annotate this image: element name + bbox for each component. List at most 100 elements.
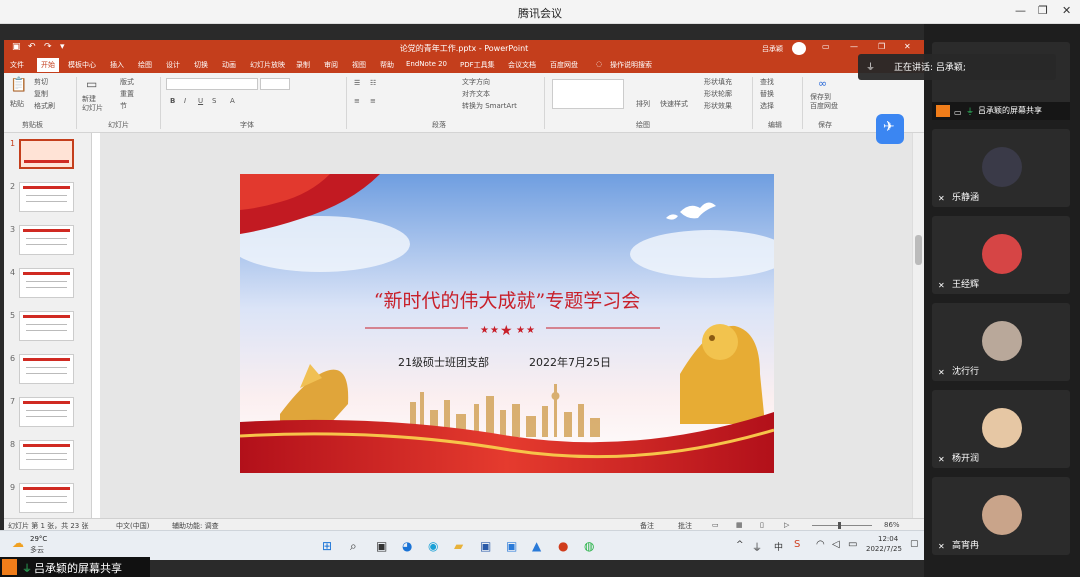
slide-title[interactable]: “新时代的伟大成就”专题学习会 [240, 286, 774, 313]
slide-thumbnail-1[interactable] [19, 139, 74, 169]
shape-outline-button[interactable]: 形状轮廓 [704, 89, 732, 99]
tab-pdf-tools[interactable]: PDF工具集 [460, 60, 495, 70]
baidu-netdisk-icon[interactable]: ∞ [818, 77, 827, 90]
smartart-button[interactable]: 转换为 SmartArt [462, 101, 517, 111]
tab-transitions[interactable]: 切换 [194, 60, 208, 70]
align-center-icon[interactable]: ≡ [370, 97, 376, 105]
wifi-icon[interactable]: ◠ [816, 539, 825, 550]
slide-thumbnail-2[interactable] [19, 182, 74, 212]
slide-thumbnail-8[interactable] [19, 440, 74, 470]
format-painter-button[interactable]: 格式刷 [34, 101, 55, 111]
slide-thumbnail-pane[interactable]: 1 2 3 4 5 6 7 8 9 [4, 133, 92, 518]
reading-view-icon[interactable]: ▯ [760, 521, 764, 529]
new-slide-icon[interactable]: ▭ [86, 77, 97, 91]
paste-icon[interactable]: 📋 [10, 77, 27, 93]
tab-design[interactable]: 设计 [166, 60, 180, 70]
tell-me-search[interactable]: 操作说明搜索 [610, 60, 652, 70]
font-size-select[interactable] [260, 78, 290, 90]
ribbon-display-icon[interactable]: ▭ [822, 42, 830, 51]
slide-thumbnail-9[interactable] [19, 483, 74, 513]
tab-baidu-netdisk[interactable]: 百度网盘 [550, 60, 578, 70]
shadow-icon[interactable]: S [212, 97, 216, 105]
chevron-up-icon[interactable]: ^ [736, 540, 744, 550]
slide-thumbnail-7[interactable] [19, 397, 74, 427]
shape-fill-button[interactable]: 形状填充 [704, 77, 732, 87]
mic-icon[interactable]: ⏚ [752, 539, 762, 554]
search-icon[interactable]: ⌕ [350, 539, 357, 554]
slideshow-icon[interactable]: ▷ [784, 521, 789, 529]
quick-styles-button[interactable]: 快速样式 [660, 99, 688, 109]
zoom-slider-thumb[interactable] [838, 522, 841, 529]
font-name-select[interactable] [166, 78, 258, 90]
bullets-icon[interactable]: ☰ [354, 79, 360, 87]
normal-view-icon[interactable]: ▭ [712, 521, 719, 529]
app-icon[interactable]: ▣ [506, 539, 517, 553]
slide-thumbnail-4[interactable] [19, 268, 74, 298]
restore-icon[interactable]: ❐ [1038, 4, 1048, 17]
shapes-gallery[interactable] [552, 79, 624, 109]
meeting-floating-icon[interactable]: ✈ [876, 114, 904, 144]
align-text-button[interactable]: 对齐文本 [462, 89, 490, 99]
layout-button[interactable]: 版式 [120, 77, 134, 87]
tab-help[interactable]: 帮助 [380, 60, 394, 70]
clock-date[interactable]: 2022/7/25 [866, 545, 902, 553]
tencent-meeting-icon[interactable]: ▲ [532, 539, 541, 553]
restore-icon[interactable]: ❐ [878, 42, 885, 51]
user-avatar[interactable] [792, 42, 806, 55]
ime-indicator[interactable]: 中 [774, 540, 783, 553]
tab-file[interactable]: 文件 [10, 60, 24, 70]
notification-icon[interactable]: ▢ [910, 539, 919, 549]
slide-thumbnail-3[interactable] [19, 225, 74, 255]
align-left-icon[interactable]: ≡ [354, 97, 360, 105]
tab-meeting-docs[interactable]: 会议文档 [508, 60, 536, 70]
volume-icon[interactable]: ◁ [832, 539, 840, 550]
weather-temp[interactable]: 29°C [30, 535, 47, 543]
tab-slideshow[interactable]: 幻灯片放映 [250, 60, 285, 70]
tab-insert[interactable]: 插入 [110, 60, 124, 70]
wechat-icon[interactable]: ◍ [584, 539, 594, 553]
task-view-icon[interactable]: ▣ [376, 539, 387, 553]
underline-icon[interactable]: U [198, 97, 203, 105]
find-button[interactable]: 查找 [760, 77, 774, 87]
tab-home[interactable]: 开始 [37, 58, 59, 72]
slide-thumbnail-5[interactable] [19, 311, 74, 341]
new-slide-button[interactable]: 新建 幻灯片 [82, 95, 103, 113]
weather-desc[interactable]: 多云 [30, 545, 44, 555]
clock-time[interactable]: 12:04 [878, 535, 898, 543]
text-direction-button[interactable]: 文字方向 [462, 77, 490, 87]
edge-icon[interactable]: ◕ [402, 539, 412, 553]
screen-share-bar[interactable]: ⏚ 吕承颖的屏幕共享 [0, 557, 150, 577]
participant-card[interactable]: ✕ 乐静涵 [932, 129, 1070, 207]
close-icon[interactable]: ✕ [1062, 4, 1071, 17]
participant-card[interactable]: ✕ 高宵冉 [932, 477, 1070, 555]
arrange-button[interactable]: 排列 [636, 99, 650, 109]
start-icon[interactable]: ⊞ [322, 539, 332, 553]
tab-endnote[interactable]: EndNote 20 [406, 60, 447, 68]
paste-button[interactable]: 粘贴 [10, 99, 24, 109]
tab-template-center[interactable]: 模板中心 [68, 60, 96, 70]
numbering-icon[interactable]: ☷ [370, 79, 376, 87]
slide-thumbnail-6[interactable] [19, 354, 74, 384]
browser-icon[interactable]: ◉ [428, 539, 438, 553]
font-color-icon[interactable]: A [230, 97, 235, 105]
battery-icon[interactable]: ▭ [848, 539, 857, 550]
title-slide[interactable]: ★ ★ ★ ★ ★ “新时代的伟大成就”专题学习会 21级硕士班团支部 2022… [240, 174, 774, 473]
section-button[interactable]: 节 [120, 101, 127, 111]
zoom-level[interactable]: 86% [884, 521, 900, 529]
tab-animations[interactable]: 动画 [222, 60, 236, 70]
zoom-slider[interactable] [812, 525, 872, 526]
slide-organization[interactable]: 21级硕士班团支部 [398, 354, 489, 370]
copy-button[interactable]: 复制 [34, 89, 48, 99]
weather-icon[interactable]: ☁ [12, 536, 24, 550]
app-icon[interactable]: ▣ [480, 539, 491, 553]
vertical-scrollbar[interactable] [912, 133, 924, 518]
close-icon[interactable]: ✕ [904, 42, 911, 51]
slide-sorter-icon[interactable]: ▦ [736, 521, 743, 529]
participant-card[interactable]: ✕ 沈行行 [932, 303, 1070, 381]
save-baidu-button[interactable]: 保存到 百度网盘 [810, 93, 838, 111]
slide-date[interactable]: 2022年7月25日 [529, 354, 611, 370]
reset-button[interactable]: 重置 [120, 89, 134, 99]
tab-view[interactable]: 视图 [352, 60, 366, 70]
italic-icon[interactable]: I [184, 97, 186, 105]
select-button[interactable]: 选择 [760, 101, 774, 111]
